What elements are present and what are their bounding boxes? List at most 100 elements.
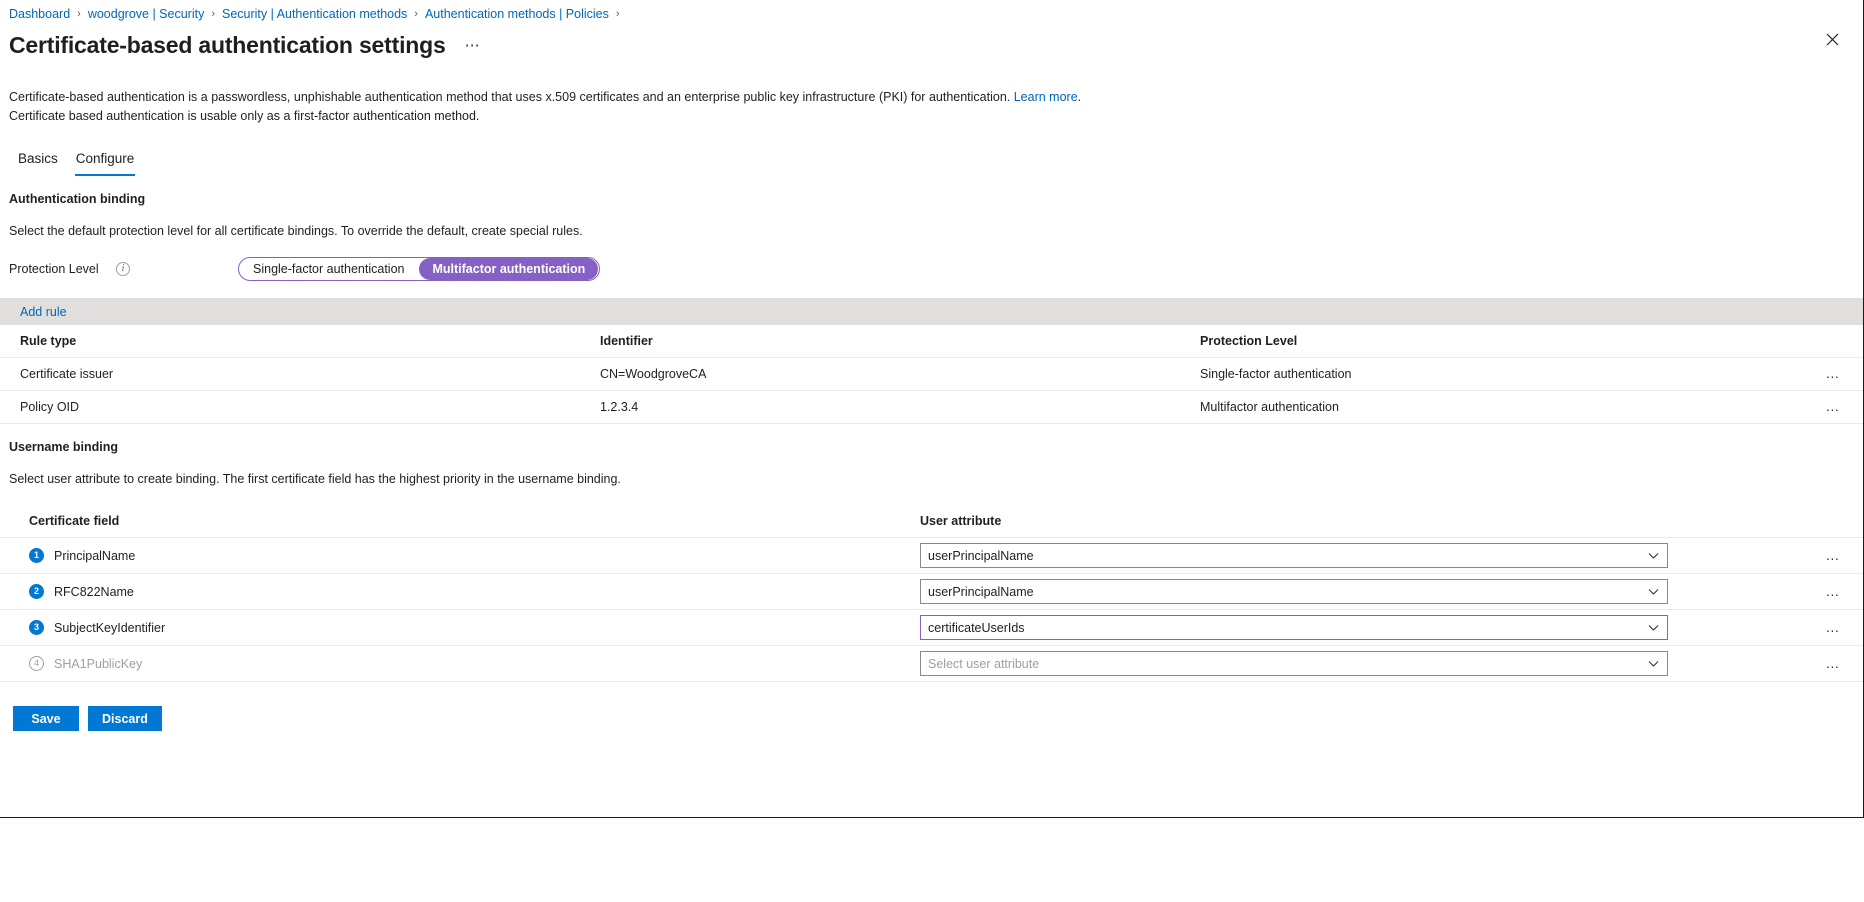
breadcrumb-separator-icon: ›	[77, 8, 81, 20]
intro-description: Certificate-based authentication is a pa…	[0, 62, 1863, 126]
cell-actions: …	[1811, 645, 1863, 682]
cell-protection-level: Multifactor authentication	[1200, 390, 1803, 424]
info-icon[interactable]: i	[116, 262, 130, 276]
more-options-icon[interactable]: ⋯	[460, 37, 487, 55]
priority-badge: 1	[29, 548, 44, 563]
list-item: 4 SHA1PublicKey Select user attribute …	[0, 645, 1863, 682]
protection-level-label: Protection Level	[9, 262, 99, 276]
close-button[interactable]	[1819, 26, 1845, 52]
user-attribute-value: userPrincipalName	[928, 548, 1034, 563]
column-header-identifier: Identifier	[600, 325, 1200, 358]
breadcrumb: Dashboard › woodgrove | Security › Secur…	[0, 0, 1863, 22]
chevron-down-icon	[1648, 588, 1659, 595]
chevron-down-icon	[1648, 660, 1659, 667]
certificate-field-label: PrincipalName	[54, 548, 136, 563]
row-more-options-icon[interactable]: …	[1825, 366, 1841, 380]
username-binding-table: Certificate field User attribute 1 Princ…	[0, 506, 1863, 682]
breadcrumb-item-dashboard[interactable]: Dashboard	[9, 6, 70, 22]
footer-actions: Save Discard	[0, 682, 1863, 731]
tab-configure[interactable]: Configure	[67, 147, 144, 176]
cell-rule-type: Policy OID	[0, 390, 600, 424]
row-more-options-icon[interactable]: …	[1825, 548, 1841, 562]
user-attribute-dropdown[interactable]: Select user attribute	[920, 651, 1668, 676]
certificate-field-label: SubjectKeyIdentifier	[54, 620, 166, 635]
column-header-actions	[1811, 506, 1863, 538]
cell-certificate-field: 2 RFC822Name	[0, 573, 920, 610]
user-attribute-dropdown[interactable]: userPrincipalName	[920, 543, 1668, 568]
breadcrumb-separator-icon: ›	[615, 8, 620, 20]
cell-actions: …	[1811, 573, 1863, 610]
column-header-rule-type: Rule type	[0, 325, 600, 358]
title-row: Certificate-based authentication setting…	[0, 22, 1863, 62]
cell-user-attribute: userPrincipalName	[920, 537, 1811, 574]
priority-badge: 2	[29, 584, 44, 599]
user-attribute-dropdown[interactable]: userPrincipalName	[920, 579, 1668, 604]
column-header-actions	[1803, 325, 1863, 358]
cell-actions: …	[1803, 390, 1863, 424]
list-item: 3 SubjectKeyIdentifier certificateUserId…	[0, 609, 1863, 646]
cell-actions: …	[1811, 609, 1863, 646]
authentication-binding-description: Select the default protection level for …	[9, 224, 583, 238]
chevron-down-icon	[1648, 624, 1659, 631]
cell-user-attribute: userPrincipalName	[920, 573, 1811, 610]
cell-identifier: 1.2.3.4	[600, 390, 1200, 424]
row-more-options-icon[interactable]: …	[1825, 656, 1841, 670]
protection-level-choice-group: Single-factor authentication Multifactor…	[238, 257, 601, 281]
protection-level-row: Protection Level i Single-factor authent…	[0, 256, 1863, 282]
user-attribute-placeholder: Select user attribute	[928, 656, 1040, 671]
user-attribute-dropdown[interactable]: certificateUserIds	[920, 615, 1668, 640]
cell-user-attribute: certificateUserIds	[920, 609, 1811, 646]
column-header-certificate-field: Certificate field	[0, 506, 920, 538]
column-header-user-attribute: User attribute	[920, 506, 1811, 538]
username-binding-header-row: Certificate field User attribute	[0, 506, 1863, 538]
rules-table: Rule type Identifier Protection Level Ce…	[0, 325, 1863, 424]
save-button[interactable]: Save	[13, 706, 79, 731]
cell-certificate-field: 4 SHA1PublicKey	[0, 645, 920, 682]
breadcrumb-separator-icon: ›	[414, 8, 418, 20]
add-rule-button[interactable]: Add rule	[20, 305, 67, 319]
chevron-down-icon	[1648, 552, 1659, 559]
certificate-field-label: SHA1PublicKey	[54, 656, 143, 671]
blade-panel: Dashboard › woodgrove | Security › Secur…	[0, 0, 1864, 818]
choice-single-factor-authentication[interactable]: Single-factor authentication	[240, 258, 417, 280]
cell-certificate-field: 3 SubjectKeyIdentifier	[0, 609, 920, 646]
intro-text-after-link: .	[1077, 90, 1082, 104]
discard-button[interactable]: Discard	[88, 706, 162, 731]
cell-protection-level: Single-factor authentication	[1200, 357, 1803, 391]
cell-certificate-field: 1 PrincipalName	[0, 537, 920, 574]
cell-user-attribute: Select user attribute	[920, 645, 1811, 682]
breadcrumb-separator-icon: ›	[211, 8, 215, 20]
username-binding-heading: Username binding	[9, 440, 119, 454]
list-item: 2 RFC822Name userPrincipalName …	[0, 573, 1863, 610]
breadcrumb-item-security-authentication-methods[interactable]: Security | Authentication methods	[222, 6, 407, 22]
cell-rule-type: Certificate issuer	[0, 357, 600, 391]
username-binding-table-wrap: Certificate field User attribute 1 Princ…	[0, 506, 1863, 682]
cell-actions: …	[1803, 357, 1863, 391]
rules-table-header-row: Rule type Identifier Protection Level	[0, 325, 1863, 358]
row-more-options-icon[interactable]: …	[1825, 620, 1841, 634]
page-title: Certificate-based authentication setting…	[9, 31, 446, 58]
breadcrumb-item-woodgrove-security[interactable]: woodgrove | Security	[88, 6, 205, 22]
list-item: 1 PrincipalName userPrincipalName …	[0, 537, 1863, 574]
row-more-options-icon[interactable]: …	[1825, 399, 1841, 413]
intro-text-before-link: Certificate-based authentication is a pa…	[9, 90, 1014, 104]
table-row[interactable]: Certificate issuer CN=WoodgroveCA Single…	[0, 357, 1863, 391]
table-row[interactable]: Policy OID 1.2.3.4 Multifactor authentic…	[0, 390, 1863, 424]
username-binding-description: Select user attribute to create binding.…	[9, 472, 621, 486]
row-more-options-icon[interactable]: …	[1825, 584, 1841, 598]
user-attribute-value: userPrincipalName	[928, 584, 1034, 599]
cell-actions: …	[1811, 537, 1863, 574]
close-icon	[1826, 33, 1838, 45]
user-attribute-value: certificateUserIds	[928, 620, 1025, 635]
choice-multifactor-authentication[interactable]: Multifactor authentication	[419, 258, 599, 280]
rules-command-bar: Add rule	[0, 298, 1863, 325]
cell-identifier: CN=WoodgroveCA	[600, 357, 1200, 391]
breadcrumb-item-authentication-methods-policies[interactable]: Authentication methods | Policies	[425, 6, 609, 22]
priority-badge: 4	[29, 656, 44, 671]
intro-line-1: Certificate-based authentication is a pa…	[9, 88, 1863, 107]
authentication-binding-heading: Authentication binding	[9, 192, 146, 206]
tab-basics[interactable]: Basics	[9, 147, 67, 176]
learn-more-link[interactable]: Learn more	[1014, 90, 1078, 104]
intro-line-2: Certificate based authentication is usab…	[9, 109, 480, 123]
priority-badge: 3	[29, 620, 44, 635]
